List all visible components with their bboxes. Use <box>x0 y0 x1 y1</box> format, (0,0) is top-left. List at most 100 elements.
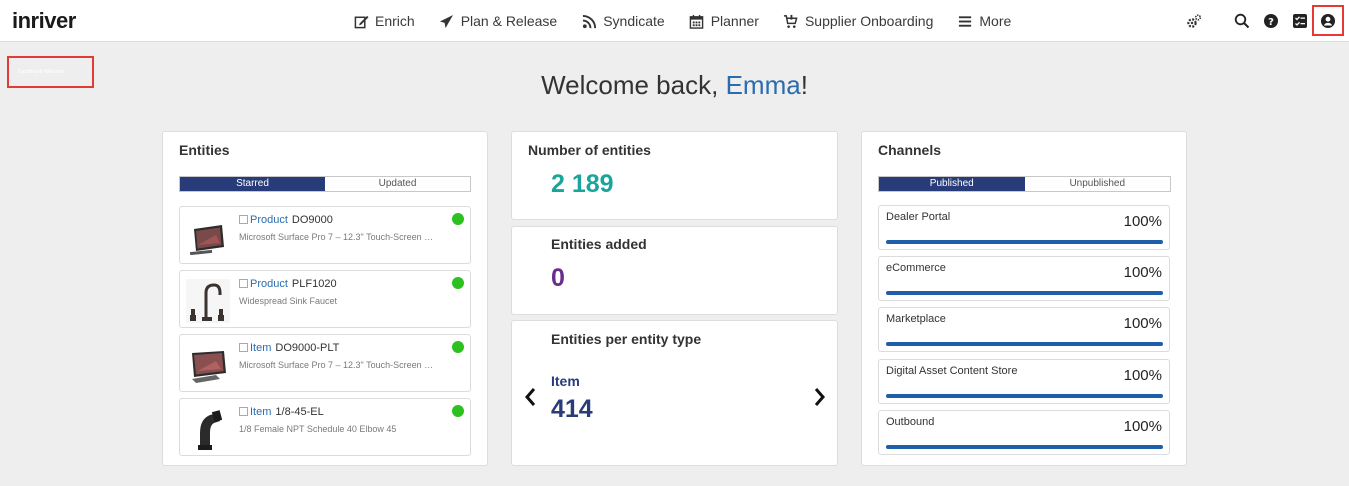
entities-card: Entities Starred Updated Product DO9000 M… <box>162 131 488 466</box>
nav-item-label: Syndicate <box>603 13 665 29</box>
user-name: Emma <box>725 70 801 100</box>
entity-type-link[interactable]: Product PLF1020 <box>239 278 337 290</box>
tab-starred[interactable]: Starred <box>180 177 325 191</box>
next-arrow-button[interactable] <box>812 387 826 407</box>
channel-percent: 100% <box>1123 315 1162 332</box>
chevron-right-icon <box>814 388 825 406</box>
entity-code: DO9000-PLT <box>275 342 340 354</box>
send-icon <box>439 13 455 29</box>
channel-name: eCommerce <box>886 262 946 274</box>
nav-item-label: More <box>979 13 1012 29</box>
product-thumbnail <box>186 215 230 259</box>
hamburger-icon <box>957 13 973 29</box>
entity-count-title: Number of entities <box>528 142 651 158</box>
channel-percent: 100% <box>1123 264 1162 281</box>
nav-item-plan-release[interactable]: Plan & Release <box>439 0 558 42</box>
entity-type-label: Item <box>551 373 580 389</box>
entity-description: Microsoft Surface Pro 7 – 12.3" Touch-Sc… <box>239 360 434 370</box>
entity-row[interactable]: Product DO9000 Microsoft Surface Pro 7 – … <box>179 206 471 264</box>
entity-code: 1/8-45-EL <box>275 406 324 418</box>
nav-item-enrich[interactable]: Enrich <box>353 0 415 42</box>
channel-percent: 100% <box>1123 367 1162 384</box>
entities-per-type-title: Entities per entity type <box>551 331 702 347</box>
broken-image-icon <box>239 343 248 352</box>
channels-title: Channels <box>878 142 942 158</box>
entities-tab-toggle: Starred Updated <box>179 176 471 192</box>
entity-code: PLF1020 <box>291 278 337 290</box>
nav-item-label: Planner <box>710 13 759 29</box>
status-indicator <box>452 405 464 417</box>
entity-description: Widespread Sink Faucet <box>239 296 338 306</box>
broken-image-icon <box>239 279 248 288</box>
tab-updated[interactable]: Updated <box>325 177 470 191</box>
status-indicator <box>452 213 464 225</box>
entity-description: Microsoft Surface Pro 7 – 12.3" Touch-Sc… <box>239 232 434 242</box>
channel-progress-bar <box>886 291 1163 295</box>
entity-row[interactable]: Product PLF1020 Widespread Sink Faucet <box>179 270 471 328</box>
nav-item-label: Supplier Onboarding <box>804 13 934 29</box>
nav-item-more[interactable]: More <box>957 0 1011 42</box>
nav-item-label: Enrich <box>375 13 415 29</box>
entity-type-value: 414 <box>551 395 593 423</box>
nav-item-label: Plan & Release <box>460 13 558 29</box>
channel-row[interactable]: eCommerce 100% <box>878 256 1170 301</box>
main-nav: Enrich Plan & Release Syndicate Planner … <box>353 0 1035 42</box>
entity-description: 1/8 Female NPT Schedule 40 Elbow 45 <box>239 424 397 434</box>
channels-tab-toggle: Published Unpublished <box>878 176 1171 192</box>
broken-image-icon <box>239 407 248 416</box>
broken-image-icon <box>239 215 248 224</box>
tab-published[interactable]: Published <box>879 177 1025 191</box>
channel-progress-bar <box>886 445 1163 449</box>
settings-icon[interactable] <box>1185 12 1203 30</box>
channel-name: Dealer Portal <box>886 211 951 223</box>
channel-row[interactable]: Marketplace 100% <box>878 307 1170 352</box>
entities-added-value: 0 <box>551 264 565 292</box>
edit-icon <box>353 13 369 29</box>
entity-type-link[interactable]: Product DO9000 <box>239 214 333 226</box>
entities-title: Entities <box>179 142 230 158</box>
product-thumbnail <box>186 407 230 451</box>
previous-arrow-button[interactable] <box>524 387 538 407</box>
help-icon[interactable]: ? <box>1262 12 1280 30</box>
nav-item-supplier-onboarding[interactable]: Supplier Onboarding <box>783 0 933 42</box>
chevron-left-icon <box>525 388 536 406</box>
entities-added-card: Entities added 0 <box>511 226 838 315</box>
channels-card: Channels Published Unpublished Dealer Po… <box>861 131 1187 466</box>
entities-per-type-card: Entities per entity type Item 414 <box>511 320 838 466</box>
tab-unpublished[interactable]: Unpublished <box>1025 177 1171 191</box>
welcome-heading: Welcome back, Emma! <box>541 70 808 100</box>
channel-percent: 100% <box>1123 213 1162 230</box>
calendar-icon <box>689 13 705 29</box>
app-logo[interactable]: inriver <box>12 8 76 34</box>
entity-code: DO9000 <box>291 214 333 226</box>
svg-text:?: ? <box>1268 17 1274 28</box>
entity-count-card: Number of entities 2 189 <box>511 131 838 220</box>
entity-type-link[interactable]: Item 1/8-45-EL <box>239 406 324 418</box>
rss-icon <box>581 13 597 29</box>
status-indicator <box>452 277 464 289</box>
nav-item-syndicate[interactable]: Syndicate <box>581 0 665 42</box>
status-indicator <box>452 341 464 353</box>
channel-percent: 100% <box>1123 418 1162 435</box>
entity-row[interactable]: Item DO9000-PLT Microsoft Surface Pro 7 –… <box>179 334 471 392</box>
channel-row[interactable]: Outbound 100% <box>878 410 1170 455</box>
channel-progress-bar <box>886 394 1163 398</box>
channel-progress-bar <box>886 342 1163 346</box>
entity-count-value: 2 189 <box>551 170 614 198</box>
product-thumbnail <box>186 343 230 387</box>
channel-name: Digital Asset Content Store <box>886 365 1018 377</box>
user-menu-button[interactable] <box>1312 5 1344 36</box>
channel-row[interactable]: Digital Asset Content Store 100% <box>878 359 1170 404</box>
entities-added-title: Entities added <box>551 236 647 252</box>
channel-progress-bar <box>886 240 1163 244</box>
tasks-icon[interactable] <box>1291 12 1309 30</box>
entity-type-link[interactable]: Item DO9000-PLT <box>239 342 339 354</box>
user-icon <box>1319 12 1337 30</box>
entity-row[interactable]: Item 1/8-45-EL 1/8 Female NPT Schedule 40… <box>179 398 471 456</box>
top-bar: inriver Enrich Plan & Release Syndicate … <box>0 0 1349 42</box>
nav-item-planner[interactable]: Planner <box>689 0 759 42</box>
channel-row[interactable]: Dealer Portal 100% <box>878 205 1170 250</box>
channel-name: Outbound <box>886 416 935 428</box>
product-thumbnail <box>186 279 230 323</box>
search-icon[interactable] <box>1233 12 1251 30</box>
